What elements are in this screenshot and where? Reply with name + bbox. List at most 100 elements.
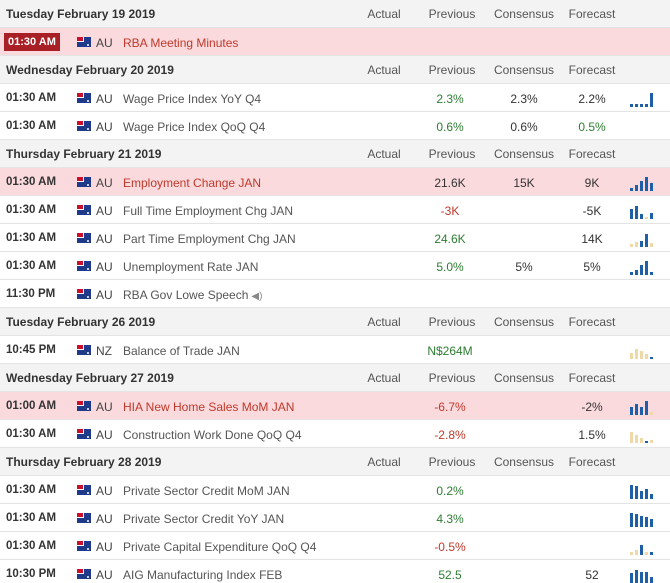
sparkline-chart[interactable]	[630, 537, 656, 555]
sparkline-bar	[650, 440, 653, 443]
column-header-actual: Actual	[367, 455, 401, 469]
forecast-value: -2%	[581, 400, 603, 414]
event-name[interactable]: Wage Price Index QoQ Q4	[123, 120, 265, 134]
event-name[interactable]: HIA New Home Sales MoM JAN	[123, 400, 294, 414]
event-name[interactable]: Full Time Employment Chg JAN	[123, 204, 293, 218]
column-header-consensus: Consensus	[493, 455, 555, 469]
sparkline-bar	[630, 573, 633, 583]
event-row[interactable]: 10:45 PM NZ Balance of Trade JAN N$264M	[0, 336, 670, 364]
sparkline-chart[interactable]	[630, 201, 656, 219]
event-name[interactable]: Wage Price Index YoY Q4	[123, 92, 261, 106]
flag-au-icon	[77, 289, 91, 299]
sparkline-chart[interactable]	[630, 509, 656, 527]
country-code: AU	[96, 288, 113, 302]
event-name[interactable]: Employment Change JAN	[123, 176, 261, 190]
country-code: AU	[96, 484, 113, 498]
column-header-forecast: Forecast	[568, 455, 616, 469]
event-row[interactable]: 01:30 AM AU Private Sector Credit YoY JAN 4…	[0, 504, 670, 532]
sparkline-bar	[645, 572, 648, 583]
event-time: 11:30 PM	[6, 288, 56, 300]
country-code: AU	[96, 260, 113, 274]
sparkline-chart[interactable]	[630, 425, 656, 443]
event-name[interactable]: AIG Manufacturing Index FEB	[123, 568, 282, 582]
country-code: AU	[96, 92, 113, 106]
event-row[interactable]: 01:30 AM AU Wage Price Index YoY Q4 2.3% 2.3…	[0, 84, 670, 112]
sparkline-bar	[650, 357, 653, 359]
column-header-actual: Actual	[367, 315, 401, 329]
sparkline-bar	[635, 185, 638, 191]
event-row[interactable]: 01:30 AM AU Wage Price Index QoQ Q4 0.6% 0.6…	[0, 112, 670, 140]
event-name-link[interactable]: RBA Meeting Minutes	[123, 36, 238, 50]
sparkline-chart[interactable]	[630, 173, 656, 191]
sparkline-bar	[635, 486, 638, 499]
sparkline-bar	[650, 577, 653, 583]
event-row[interactable]: 11:30 PM AU RBA Gov Lowe Speech ◀)	[0, 280, 670, 308]
event-name-link[interactable]: HIA New Home Sales MoM JAN	[123, 400, 294, 414]
event-name[interactable]: Part Time Employment Chg JAN	[123, 232, 296, 246]
column-header-forecast: Forecast	[568, 147, 616, 161]
sparkline-chart[interactable]	[630, 397, 656, 415]
event-row[interactable]: 01:30 AM AU Unemployment Rate JAN 5.0% 5% 5%	[0, 252, 670, 280]
event-name[interactable]: Private Sector Credit MoM JAN	[123, 484, 290, 498]
event-name[interactable]: Private Capital Expenditure QoQ Q4	[123, 540, 316, 554]
sparkline-chart[interactable]	[630, 89, 656, 107]
event-row[interactable]: 01:00 AM AU HIA New Home Sales MoM JAN -6.7…	[0, 392, 670, 420]
previous-value: 4.3%	[436, 512, 464, 526]
event-name-link[interactable]: Wage Price Index QoQ Q4	[123, 120, 265, 134]
column-header-actual: Actual	[367, 147, 401, 161]
country-code: AU	[96, 232, 113, 246]
event-row[interactable]: 01:30 AM AU Construction Work Done QoQ Q4 -…	[0, 420, 670, 448]
sparkline-chart[interactable]	[630, 481, 656, 499]
event-name-link[interactable]: Part Time Employment Chg JAN	[123, 232, 296, 246]
country-code: NZ	[96, 344, 112, 358]
event-name-link[interactable]: Employment Change JAN	[123, 176, 261, 190]
event-name[interactable]: Unemployment Rate JAN	[123, 260, 258, 274]
consensus-value: 2.3%	[510, 92, 538, 106]
event-name[interactable]: RBA Gov Lowe Speech	[123, 288, 248, 302]
event-name-link[interactable]: RBA Gov Lowe Speech ◀)	[123, 288, 262, 302]
column-header-previous: Previous	[428, 147, 476, 161]
event-name[interactable]: RBA Meeting Minutes	[123, 36, 238, 50]
event-time: 01:30 AM	[6, 540, 57, 552]
flag-au-icon	[77, 37, 91, 47]
previous-value: 0.2%	[436, 484, 464, 498]
sparkline-chart[interactable]	[630, 257, 656, 275]
sparkline-bar	[630, 513, 633, 527]
sparkline-bar	[635, 206, 638, 219]
event-name-link[interactable]: Construction Work Done QoQ Q4	[123, 428, 302, 442]
event-name-link[interactable]: Private Capital Expenditure QoQ Q4	[123, 540, 316, 554]
event-name-link[interactable]: Balance of Trade JAN	[123, 344, 240, 358]
sparkline-chart[interactable]	[630, 565, 656, 583]
event-name-link[interactable]: Private Sector Credit YoY JAN	[123, 512, 284, 526]
event-row[interactable]: 01:30 AM AU RBA Meeting Minutes	[0, 28, 670, 56]
event-row[interactable]: 01:30 AM AU Part Time Employment Chg JAN 24…	[0, 224, 670, 252]
event-row[interactable]: 01:30 AM AU Private Capital Expenditure Qo…	[0, 532, 670, 560]
event-name-link[interactable]: Wage Price Index YoY Q4	[123, 92, 261, 106]
flag-au-icon	[77, 401, 91, 411]
event-name[interactable]: Private Sector Credit YoY JAN	[123, 512, 284, 526]
column-header-actual: Actual	[367, 7, 401, 21]
event-name-link[interactable]: AIG Manufacturing Index FEB	[123, 568, 282, 582]
event-name-link[interactable]: Full Time Employment Chg JAN	[123, 204, 293, 218]
event-row[interactable]: 10:30 PM AU AIG Manufacturing Index FEB 52.…	[0, 560, 670, 583]
column-header-forecast: Forecast	[568, 371, 616, 385]
event-name[interactable]: Balance of Trade JAN	[123, 344, 240, 358]
event-name-link[interactable]: Unemployment Rate JAN	[123, 260, 258, 274]
sparkline-bar	[630, 272, 633, 275]
flag-au-icon	[77, 233, 91, 243]
event-row[interactable]: 01:30 AM AU Private Sector Credit MoM JAN 0…	[0, 476, 670, 504]
forecast-value: 5%	[583, 260, 601, 274]
date-header: Thursday February 21 2019	[6, 147, 162, 161]
forecast-value: 1.5%	[578, 428, 606, 442]
sparkline-bar	[645, 354, 648, 359]
event-name-link[interactable]: Private Sector Credit MoM JAN	[123, 484, 290, 498]
date-header-row: Thursday February 28 2019 Actual Previous C…	[0, 448, 670, 476]
sparkline-chart[interactable]	[630, 341, 656, 359]
event-row[interactable]: 01:30 AM AU Full Time Employment Chg JAN -3…	[0, 196, 670, 224]
sparkline-chart[interactable]	[630, 229, 656, 247]
column-header-actual: Actual	[367, 371, 401, 385]
sparkline-bar	[645, 401, 648, 415]
column-header-consensus: Consensus	[493, 147, 555, 161]
event-name[interactable]: Construction Work Done QoQ Q4	[123, 428, 302, 442]
event-row[interactable]: 01:30 AM AU Employment Change JAN 21.6K 15K 9…	[0, 168, 670, 196]
